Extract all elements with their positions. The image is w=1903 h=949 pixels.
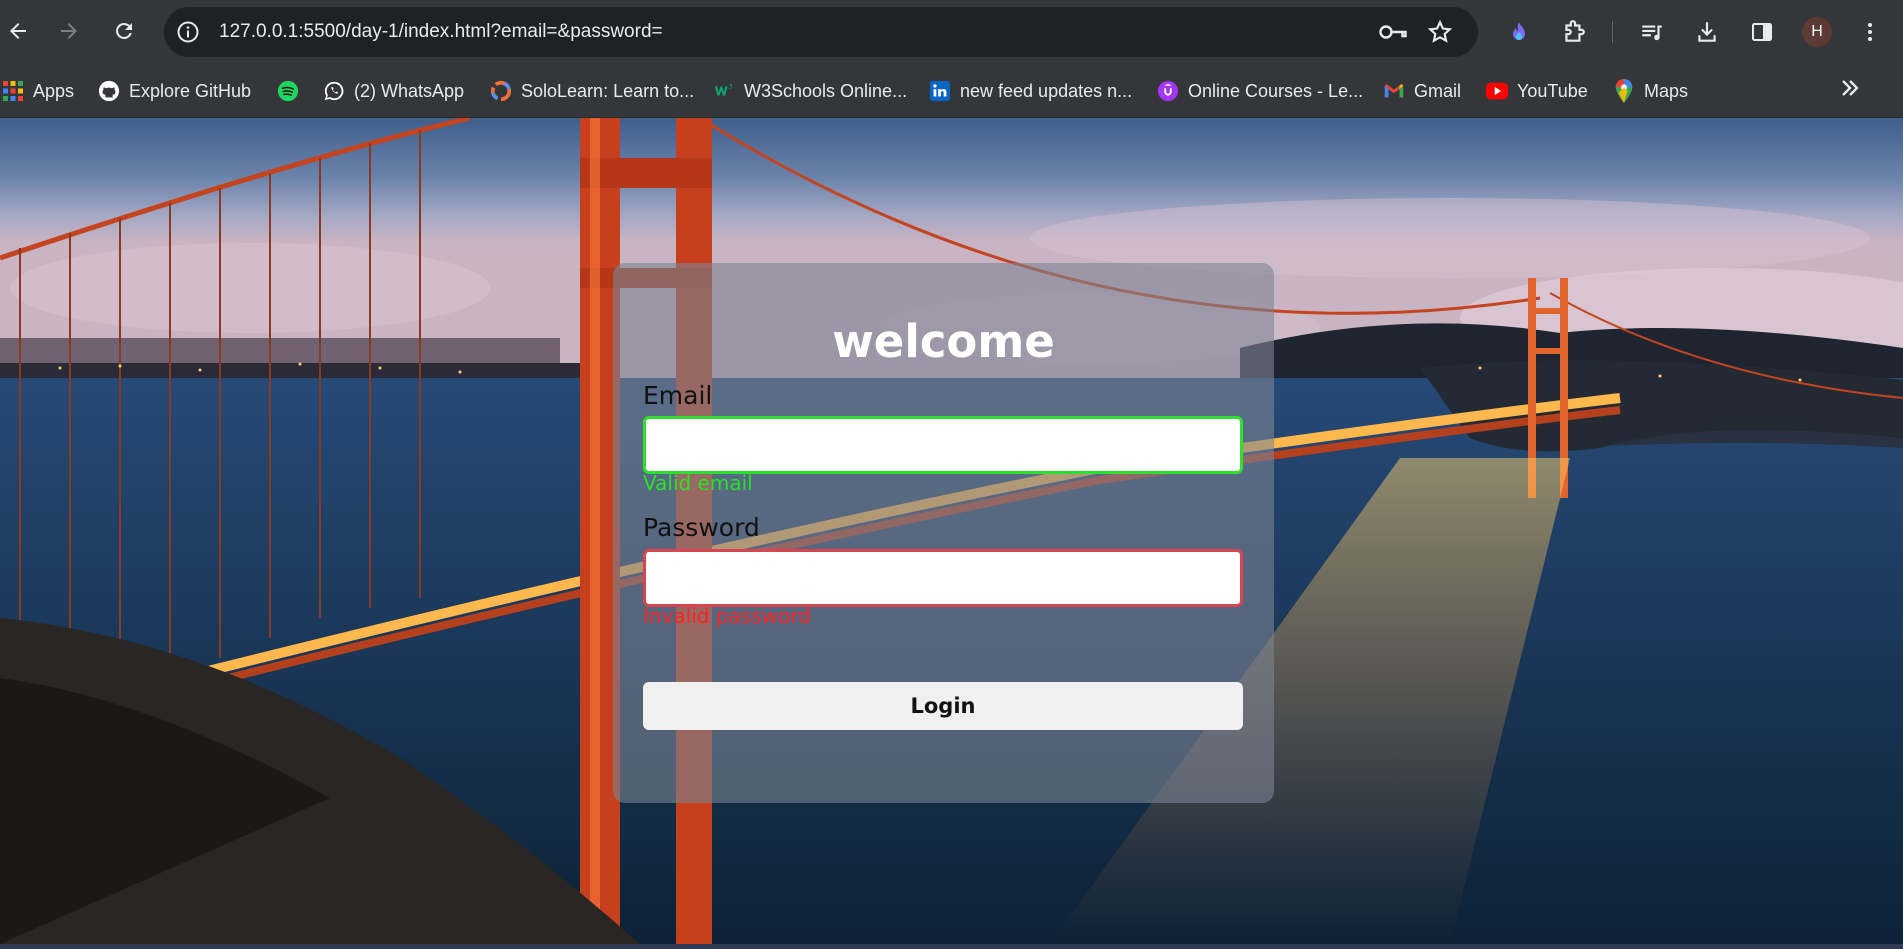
email-label: Email: [643, 381, 713, 410]
kebab-menu-icon: [1868, 23, 1872, 41]
whatsapp-icon: [323, 80, 345, 102]
password-validation-message: Invalid password: [643, 604, 811, 628]
extension-icon[interactable]: [1503, 16, 1535, 48]
bookmark-label: new feed updates n...: [960, 80, 1133, 101]
apps-grid-icon: [2, 80, 24, 102]
maps-icon: [1613, 79, 1635, 103]
login-button[interactable]: Login: [643, 682, 1243, 730]
flame-extension-icon: [1513, 22, 1525, 40]
page-viewport: welcome Email Valid email Password Inval…: [0, 118, 1903, 944]
bookmark-label: W3Schools Online...: [744, 80, 908, 101]
toolbar-separator: [1612, 21, 1613, 43]
email-field[interactable]: [643, 416, 1243, 474]
reload-button[interactable]: [106, 13, 142, 49]
extensions-button[interactable]: [1558, 16, 1590, 48]
bookmark-github[interactable]: Explore GitHub: [98, 76, 251, 106]
udemy-icon: [1157, 80, 1179, 102]
bookmark-linkedin[interactable]: new feed updates n...: [929, 76, 1132, 106]
bookmark-whatsapp[interactable]: (2) WhatsApp: [323, 76, 464, 106]
bookmark-sololearn[interactable]: SoloLearn: Learn to...: [490, 76, 694, 106]
bookmark-apps[interactable]: Apps: [2, 76, 74, 106]
arrow-left-icon: [10, 23, 26, 39]
puzzle-icon: [1565, 20, 1585, 42]
site-info-icon[interactable]: [176, 20, 200, 44]
bookmark-label: Explore GitHub: [129, 80, 252, 101]
bookmarks-bar: Apps Explore GitHub (2) WhatsApp SoloLea…: [0, 64, 1903, 118]
password-key-icon[interactable]: [1378, 20, 1408, 44]
w3schools-icon: 3: [713, 80, 735, 102]
download-icon: [1698, 22, 1716, 42]
bookmark-label: Maps: [1644, 80, 1689, 101]
double-chevron-right-icon: [1842, 80, 1859, 96]
bookmark-star-icon[interactable]: [1427, 19, 1453, 45]
bookmark-youtube[interactable]: YouTube: [1486, 76, 1588, 106]
bookmark-label: YouTube: [1517, 80, 1588, 101]
linkedin-icon: [929, 80, 951, 102]
bookmark-label: Apps: [33, 80, 75, 101]
back-button[interactable]: [0, 13, 36, 49]
gmail-icon: [1383, 80, 1405, 102]
svg-text:3: 3: [729, 82, 733, 90]
github-icon: [98, 80, 120, 102]
reload-icon: [116, 22, 132, 39]
url-text: 127.0.0.1:5500/day-1/index.html?email=&p…: [219, 21, 663, 42]
downloads-button[interactable]: [1691, 16, 1723, 48]
bookmark-gmail[interactable]: Gmail: [1383, 76, 1461, 106]
window-bottom-edge: [0, 944, 1903, 949]
arrow-right-icon: [61, 23, 77, 39]
page-title: welcome: [832, 315, 1055, 368]
playlist-icon: [1642, 25, 1662, 41]
login-card: welcome Email Valid email Password Inval…: [613, 263, 1274, 803]
bookmark-maps[interactable]: Maps: [1613, 76, 1688, 106]
bookmark-w3schools[interactable]: 3 W3Schools Online...: [713, 76, 907, 106]
media-button[interactable]: [1636, 16, 1668, 48]
browser-toolbar: 127.0.0.1:5500/day-1/index.html?email=&p…: [0, 0, 1903, 64]
bookmark-udemy[interactable]: Online Courses - Le...: [1157, 76, 1363, 106]
email-validation-message: Valid email: [643, 471, 753, 495]
password-field[interactable]: [643, 549, 1243, 607]
side-panel-button[interactable]: [1746, 16, 1778, 48]
spotify-icon: [277, 80, 299, 102]
password-label: Password: [643, 513, 760, 542]
bookmark-label: (2) WhatsApp: [354, 80, 465, 101]
side-panel-icon: [1752, 23, 1772, 41]
address-bar[interactable]: 127.0.0.1:5500/day-1/index.html?email=&p…: [164, 7, 1478, 57]
bookmark-label: Gmail: [1414, 80, 1462, 101]
bookmark-label: Online Courses - Le...: [1188, 80, 1364, 101]
forward-button[interactable]: [51, 13, 87, 49]
more-bookmarks-button[interactable]: [1836, 74, 1864, 102]
bookmark-spotify[interactable]: [277, 76, 299, 106]
bookmark-label: SoloLearn: Learn to...: [521, 80, 695, 101]
profile-avatar[interactable]: H: [1802, 17, 1832, 47]
sololearn-icon: [490, 80, 512, 102]
menu-button[interactable]: [1854, 16, 1886, 48]
youtube-icon: [1486, 80, 1508, 102]
